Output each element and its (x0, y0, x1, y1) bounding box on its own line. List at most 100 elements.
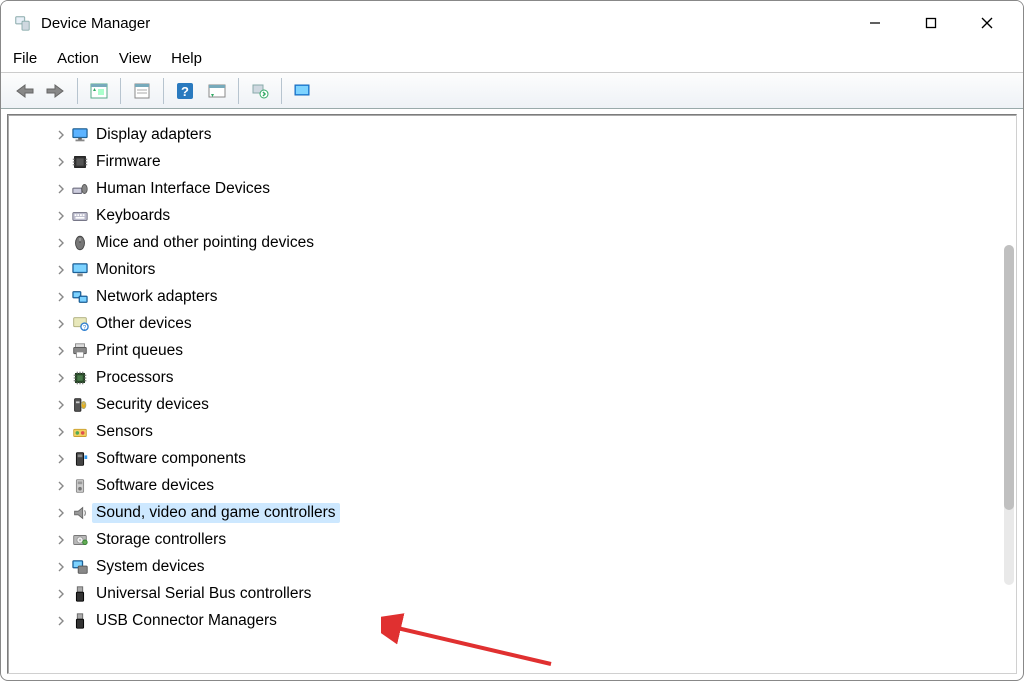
tree-node-label: Human Interface Devices (96, 180, 270, 198)
scan-button[interactable] (202, 77, 232, 105)
security-icon (70, 395, 90, 415)
tree-node-label: USB Connector Managers (96, 612, 277, 630)
app-icon (13, 14, 31, 32)
add-device-button[interactable] (288, 77, 318, 105)
chevron-right-icon[interactable] (54, 562, 68, 572)
tree-node[interactable]: Human Interface Devices (54, 175, 1016, 202)
chevron-right-icon[interactable] (54, 481, 68, 491)
tree-node-label: Universal Serial Bus controllers (96, 585, 311, 603)
tree-node-label: Sound, video and game controllers (92, 503, 340, 523)
hid-icon (70, 179, 90, 199)
tree-node[interactable]: Universal Serial Bus controllers (54, 580, 1016, 607)
cpu-icon (70, 368, 90, 388)
tree-node-label: Keyboards (96, 207, 170, 225)
tree-node-label: System devices (96, 558, 205, 576)
tree-node[interactable]: System devices (54, 553, 1016, 580)
tree-node-label: Other devices (96, 315, 192, 333)
tree-node-label: Storage controllers (96, 531, 226, 549)
chevron-right-icon[interactable] (54, 454, 68, 464)
tree-node[interactable]: Storage controllers (54, 526, 1016, 553)
content-frame: Display adapters Firmware Human Interface … (1, 109, 1023, 680)
menubar: File Action View Help (1, 45, 1023, 73)
maximize-button[interactable] (903, 3, 959, 43)
sensor-icon (70, 422, 90, 442)
sysdev-icon (70, 557, 90, 577)
tree-node-label: Sensors (96, 423, 153, 441)
tree-node[interactable]: USB Connector Managers (54, 607, 1016, 634)
tree-node[interactable]: Mice and other pointing devices (54, 229, 1016, 256)
chevron-right-icon[interactable] (54, 508, 68, 518)
swcomp-icon (70, 449, 90, 469)
chevron-right-icon[interactable] (54, 400, 68, 410)
close-button[interactable] (959, 3, 1015, 43)
chevron-right-icon[interactable] (54, 535, 68, 545)
tree-node[interactable]: Display adapters (54, 121, 1016, 148)
printer-icon (70, 341, 90, 361)
chevron-right-icon[interactable] (54, 427, 68, 437)
titlebar: Device Manager (1, 1, 1023, 45)
forward-button[interactable] (41, 77, 71, 105)
menu-view[interactable]: View (119, 50, 151, 67)
chevron-right-icon[interactable] (54, 292, 68, 302)
chevron-right-icon[interactable] (54, 157, 68, 167)
tree-node[interactable]: Firmware (54, 148, 1016, 175)
chevron-right-icon[interactable] (54, 238, 68, 248)
tree-node[interactable]: Print queues (54, 337, 1016, 364)
scrollbar[interactable] (1004, 245, 1014, 585)
chevron-right-icon[interactable] (54, 265, 68, 275)
tree-node[interactable]: Security devices (54, 391, 1016, 418)
tree-node[interactable]: Processors (54, 364, 1016, 391)
chevron-right-icon[interactable] (54, 346, 68, 356)
device-tree[interactable]: Display adapters Firmware Human Interface … (8, 115, 1016, 640)
tree-node-label: Monitors (96, 261, 155, 279)
tree-node-label: Network adapters (96, 288, 217, 306)
tree-node[interactable]: Keyboards (54, 202, 1016, 229)
tree-node[interactable]: Sound, video and game controllers (54, 499, 1016, 526)
menu-action[interactable]: Action (57, 50, 99, 67)
mouse-icon (70, 233, 90, 253)
tree-panel: Display adapters Firmware Human Interface … (7, 114, 1017, 674)
chevron-right-icon[interactable] (54, 211, 68, 221)
help-button[interactable] (170, 77, 200, 105)
toolbar (1, 73, 1023, 109)
tree-node-label: Software devices (96, 477, 214, 495)
window: Device Manager File Action View Help (0, 0, 1024, 681)
tree-node-label: Mice and other pointing devices (96, 234, 314, 252)
chevron-right-icon[interactable] (54, 184, 68, 194)
tree-node[interactable]: Network adapters (54, 283, 1016, 310)
scrollbar-thumb[interactable] (1004, 245, 1014, 510)
tree-node[interactable]: Other devices (54, 310, 1016, 337)
storage-icon (70, 530, 90, 550)
menu-help[interactable]: Help (171, 50, 202, 67)
back-button[interactable] (9, 77, 39, 105)
menu-file[interactable]: File (13, 50, 37, 67)
show-hide-console-button[interactable] (84, 77, 114, 105)
chevron-right-icon[interactable] (54, 616, 68, 626)
minimize-button[interactable] (847, 3, 903, 43)
usb-icon (70, 584, 90, 604)
window-title: Device Manager (41, 15, 150, 32)
properties-button[interactable] (127, 77, 157, 105)
tree-node[interactable]: Software components (54, 445, 1016, 472)
chevron-right-icon[interactable] (54, 130, 68, 140)
chevron-right-icon[interactable] (54, 319, 68, 329)
tree-node-label: Software components (96, 450, 246, 468)
chip-icon (70, 152, 90, 172)
tree-node-label: Print queues (96, 342, 183, 360)
display-icon (70, 125, 90, 145)
monitor-icon (70, 260, 90, 280)
tree-node-label: Security devices (96, 396, 209, 414)
tree-node[interactable]: Sensors (54, 418, 1016, 445)
chevron-right-icon[interactable] (54, 589, 68, 599)
tree-node[interactable]: Monitors (54, 256, 1016, 283)
swdev-icon (70, 476, 90, 496)
update-driver-button[interactable] (245, 77, 275, 105)
tree-node-label: Firmware (96, 153, 161, 171)
network-icon (70, 287, 90, 307)
sound-icon (70, 503, 90, 523)
chevron-right-icon[interactable] (54, 373, 68, 383)
tree-node-label: Processors (96, 369, 174, 387)
tree-node[interactable]: Software devices (54, 472, 1016, 499)
tree-node-label: Display adapters (96, 126, 211, 144)
other-icon (70, 314, 90, 334)
